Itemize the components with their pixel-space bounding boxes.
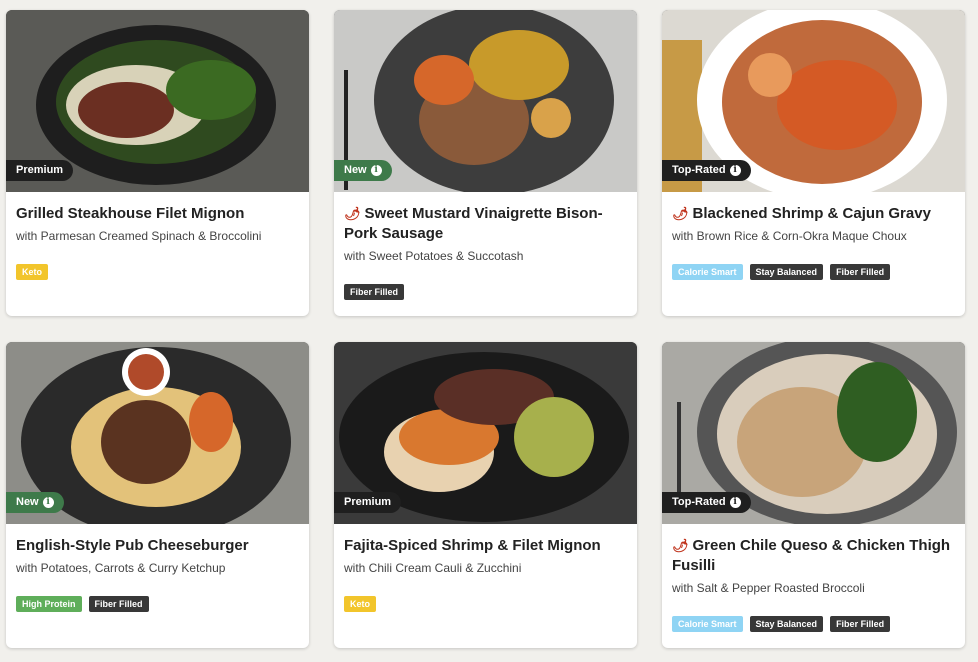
meal-subtitle: with Brown Rice & Corn-Okra Maque Choux — [672, 229, 907, 243]
chili-pepper-icon: 🌶 — [672, 206, 689, 221]
new-tag: New i — [334, 160, 392, 181]
meal-title: Grilled Steakhouse Filet Mignon — [16, 205, 245, 222]
meal-title: 🌶 Green Chile Queso & Chicken Thigh Fusil… — [672, 537, 951, 574]
meal-subtitle: with Parmesan Creamed Spinach & Broccoli… — [16, 229, 262, 243]
meal-image: Premium — [334, 342, 637, 524]
stay-balanced-badge: Stay Balanced — [749, 264, 824, 280]
info-icon[interactable]: i — [729, 165, 741, 176]
meal-subtitle: with Chili Cream Cauli & Zucchini — [344, 561, 522, 575]
meal-subtitle: with Potatoes, Carrots & Curry Ketchup — [16, 561, 226, 575]
meal-card[interactable]: New i English-Style Pub Cheeseburger with… — [6, 342, 309, 648]
calorie-smart-badge: Calorie Smart — [672, 264, 743, 280]
fiber-filled-badge: Fiber Filled — [830, 616, 891, 632]
meal-image: Premium — [6, 10, 309, 192]
fiber-filled-badge: Fiber Filled — [88, 596, 149, 612]
meal-card[interactable]: Top-Rated i 🌶 Blackened Shrimp & Cajun Gra… — [662, 10, 965, 316]
info-icon[interactable]: i — [370, 165, 382, 176]
top-rated-tag: Top-Rated i — [662, 492, 751, 513]
keto-badge: Keto — [16, 264, 48, 280]
chili-pepper-icon: 🌶 — [672, 538, 689, 553]
meal-subtitle: with Sweet Potatoes & Succotash — [344, 249, 524, 263]
stay-balanced-badge: Stay Balanced — [749, 616, 824, 632]
chili-pepper-icon: 🌶 — [344, 206, 361, 221]
meal-title: English-Style Pub Cheeseburger — [16, 537, 249, 554]
fiber-filled-badge: Fiber Filled — [344, 284, 405, 300]
calorie-smart-badge: Calorie Smart — [672, 616, 743, 632]
premium-tag: Premium — [334, 492, 402, 513]
meal-image: New i — [6, 342, 309, 524]
new-tag: New i — [6, 492, 64, 513]
premium-tag: Premium — [6, 160, 74, 181]
meal-card[interactable]: Top-Rated i 🌶 Green Chile Queso & Chicken … — [662, 342, 965, 648]
meal-title: 🌶 Sweet Mustard Vinaigrette Bison-Pork Sa… — [344, 205, 603, 242]
meal-card[interactable]: Premium Grilled Steakhouse Filet Mignon … — [6, 10, 309, 316]
meal-title: 🌶 Blackened Shrimp & Cajun Gravy — [672, 205, 931, 222]
info-icon[interactable]: i — [42, 497, 54, 508]
meal-title: Fajita-Spiced Shrimp & Filet Mignon — [344, 537, 601, 554]
meal-card[interactable]: New i 🌶 Sweet Mustard Vinaigrette Bison-Po… — [334, 10, 637, 316]
info-icon[interactable]: i — [729, 497, 741, 508]
meal-image: Top-Rated i — [662, 342, 965, 524]
meal-image: Top-Rated i — [662, 10, 965, 192]
meal-image: New i — [334, 10, 637, 192]
meal-subtitle: with Salt & Pepper Roasted Broccoli — [672, 581, 865, 595]
meal-card[interactable]: Premium Fajita-Spiced Shrimp & Filet Mig… — [334, 342, 637, 648]
fiber-filled-badge: Fiber Filled — [830, 264, 891, 280]
keto-badge: Keto — [344, 596, 376, 612]
top-rated-tag: Top-Rated i — [662, 160, 751, 181]
high-protein-badge: High Protein — [16, 596, 82, 612]
